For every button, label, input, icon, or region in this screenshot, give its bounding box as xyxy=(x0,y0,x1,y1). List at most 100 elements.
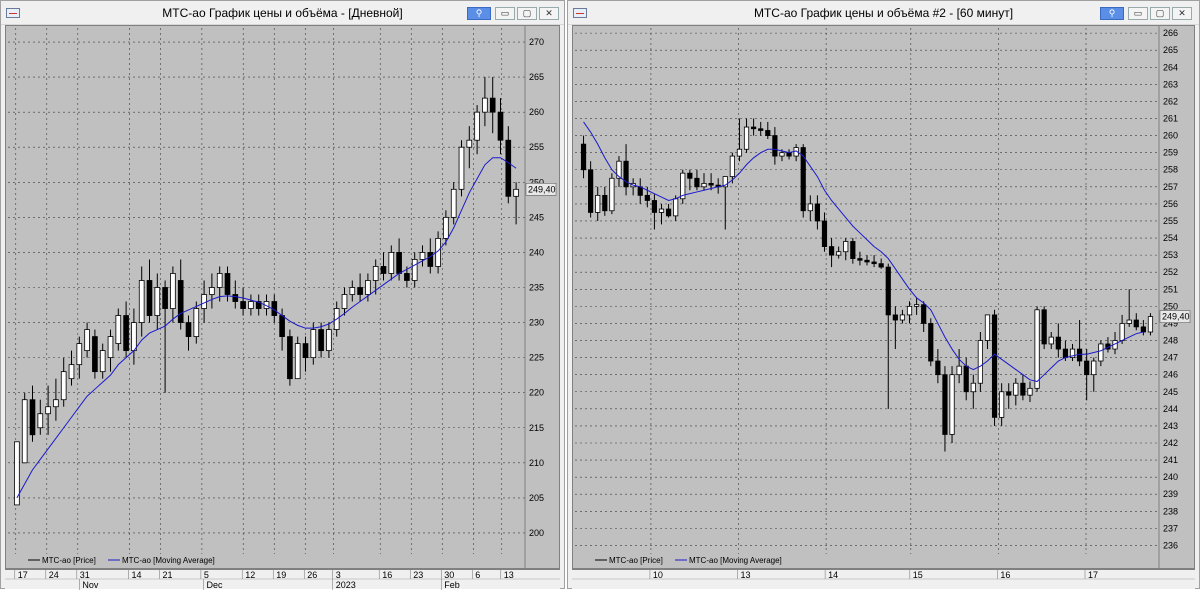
window-titlebar[interactable]: МТС-ао График цены и объёма - [Дневной] … xyxy=(1,1,564,25)
close-button[interactable]: ✕ xyxy=(539,7,559,20)
candle-body xyxy=(224,273,231,295)
candle-body xyxy=(1041,309,1047,345)
candle-body xyxy=(857,258,863,261)
candle-body xyxy=(1048,336,1054,345)
candle-body xyxy=(765,130,771,136)
candle-body xyxy=(341,294,348,309)
price-tick-label: 262 xyxy=(1163,96,1178,106)
price-tick-label: 243 xyxy=(1163,421,1178,431)
price-tick-label: 240 xyxy=(529,247,544,257)
time-tick-label: 30 xyxy=(444,570,454,580)
candle-body xyxy=(404,273,410,281)
candle-body xyxy=(928,323,934,362)
candle-body xyxy=(644,194,650,201)
maximize-button[interactable]: ▢ xyxy=(517,7,537,20)
candle-body xyxy=(935,360,941,376)
candle-body xyxy=(999,391,1005,418)
price-tick-label: 239 xyxy=(1163,489,1178,499)
time-tick-label: 15 xyxy=(913,570,923,580)
candle-body xyxy=(505,139,512,197)
price-tick-label: 264 xyxy=(1163,62,1178,72)
candle-body xyxy=(814,203,820,222)
time-tick-label: 5 xyxy=(204,570,209,580)
candle-body xyxy=(828,246,835,256)
price-tick-label: 225 xyxy=(529,353,544,363)
price-tick-label: 265 xyxy=(529,72,544,82)
daily-chart-area[interactable]: 200 205 210 215 220 225 230 235 240 245 250 255 260 2… xyxy=(5,25,560,569)
candle-body xyxy=(170,273,176,309)
hourly-candlestick-chart[interactable]: 236 237 238 239 240 241 242 243 244 245 246 247 248 2… xyxy=(573,26,1194,568)
price-tick-label: 241 xyxy=(1163,455,1178,465)
candle-body xyxy=(443,216,449,239)
candle-body xyxy=(411,259,418,281)
candle-body xyxy=(185,322,192,337)
price-tick-label: 259 xyxy=(1163,148,1178,158)
candle-body xyxy=(885,266,891,316)
price-tick-label: 260 xyxy=(529,107,544,117)
legend: МТС-ао [Price] МТС-ао [Moving Average] xyxy=(28,556,215,565)
time-tick-label: 12 xyxy=(245,570,255,580)
legend: МТС-ао [Price] МТС-ао [Moving Average] xyxy=(595,556,782,565)
candle-body xyxy=(588,169,594,213)
candle-body xyxy=(956,365,962,376)
candle-body xyxy=(772,135,778,157)
candle-body xyxy=(349,287,356,295)
candle-body xyxy=(294,343,301,380)
price-tick-label: 210 xyxy=(529,458,544,468)
candle-body xyxy=(1147,316,1154,333)
pin-icon[interactable]: ⚲ xyxy=(1100,7,1124,20)
hourly-chart-area[interactable]: 236 237 238 239 240 241 242 243 244 245 246 247 248 2… xyxy=(572,25,1195,569)
candle-body xyxy=(388,252,395,274)
price-tick-label: 250 xyxy=(1163,301,1178,311)
grid xyxy=(575,28,1159,554)
daily-chart-window[interactable]: МТС-ао График цены и объёма - [Дневной] … xyxy=(0,0,565,590)
legend-ma-label: МТС-ао [Moving Average] xyxy=(689,556,782,565)
candle-body xyxy=(751,126,757,130)
candle-body xyxy=(489,97,496,113)
candle-body xyxy=(807,203,813,212)
candle-body xyxy=(1062,348,1069,359)
minimize-button[interactable]: ▭ xyxy=(495,7,515,20)
maximize-button[interactable]: ▢ xyxy=(1150,7,1170,20)
candle-body xyxy=(921,304,927,324)
candle-body xyxy=(287,336,293,380)
price-tick-label: 205 xyxy=(529,493,544,503)
candle-body xyxy=(209,287,215,295)
time-tick-label: 26 xyxy=(307,570,317,580)
candle-body xyxy=(396,252,402,274)
legend-ma-label: МТС-ао [Moving Average] xyxy=(122,556,215,565)
time-tick-label: 6 xyxy=(475,570,480,580)
candle-body xyxy=(92,336,98,373)
candle-body xyxy=(1140,326,1146,333)
candle-body xyxy=(609,177,615,212)
candle-body xyxy=(154,287,161,316)
window-titlebar[interactable]: МТС-ао График цены и объёма #2 - [60 мин… xyxy=(568,1,1199,25)
pin-icon[interactable]: ⚲ xyxy=(467,7,491,20)
time-tick-label: 16 xyxy=(1000,570,1010,580)
close-button[interactable]: ✕ xyxy=(1172,7,1192,20)
hourly-chart-window[interactable]: МТС-ао График цены и объёма #2 - [60 мин… xyxy=(567,0,1200,589)
candle-body xyxy=(115,315,122,344)
time-tick-label: 14 xyxy=(828,570,838,580)
minimize-button[interactable]: ▭ xyxy=(1128,7,1148,20)
price-tick-label: 263 xyxy=(1163,79,1178,89)
candle-body xyxy=(372,266,379,281)
hourly-time-axis: 10 13 14 15 16 17 xyxy=(572,569,1195,589)
price-tick-label: 230 xyxy=(529,318,544,328)
daily-candlestick-chart[interactable]: 2002052102152202252302352402452502552602… xyxy=(6,26,559,568)
price-tick-label: 252 xyxy=(1163,267,1178,277)
candle-body xyxy=(821,220,828,247)
candle-body xyxy=(843,241,849,253)
price-tick-label: 266 xyxy=(1163,28,1178,38)
candle-body xyxy=(318,329,324,352)
candle-body xyxy=(45,406,51,415)
candle-body xyxy=(658,208,665,213)
candle-body xyxy=(595,194,601,213)
time-tick-label: 19 xyxy=(276,570,286,580)
price-tick-label: 253 xyxy=(1163,250,1178,260)
price-tick-label: 260 xyxy=(1163,131,1178,141)
price-tick-label: 246 xyxy=(1163,370,1178,380)
time-tick-label: 13 xyxy=(504,570,514,580)
time-tick-label: 31 xyxy=(80,570,90,580)
time-tick-label: 13 xyxy=(741,570,751,580)
